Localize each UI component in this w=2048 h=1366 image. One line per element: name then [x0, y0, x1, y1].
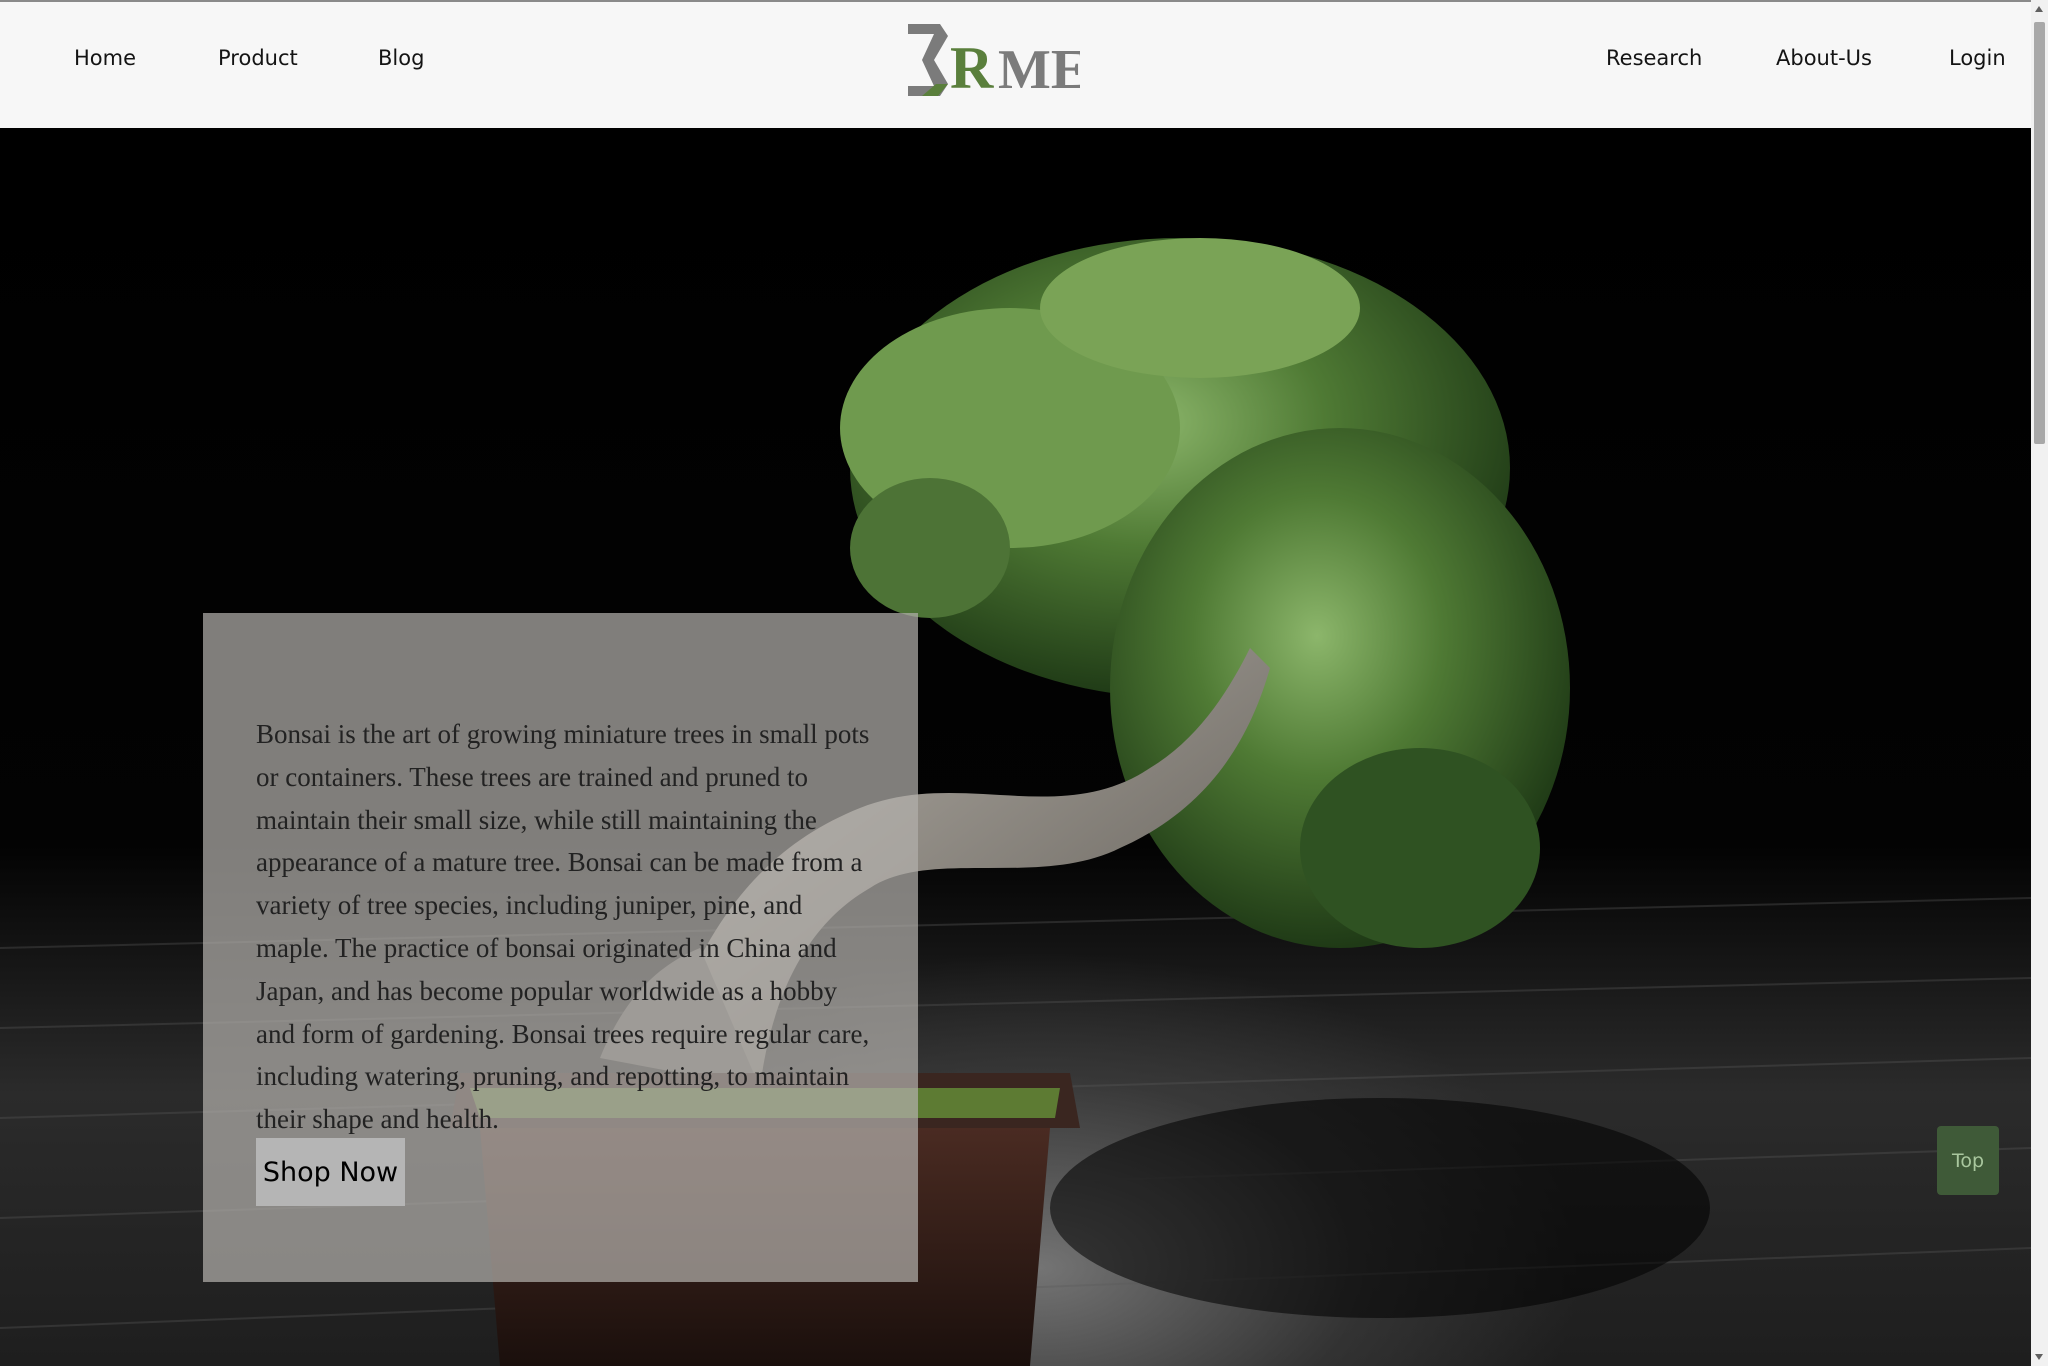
hero-description: Bonsai is the art of growing miniature t… [256, 719, 870, 1135]
nav-product-link[interactable]: Product [218, 46, 298, 70]
back-to-top-button[interactable]: Top [1937, 1126, 1999, 1195]
vertical-scrollbar[interactable] [2031, 0, 2048, 1366]
hero-info-panel: Bonsai is the art of growing miniature t… [203, 613, 918, 1282]
nav-login-link[interactable]: Login [1949, 46, 2006, 70]
brand-logo[interactable]: R ME [900, 22, 1080, 104]
logo-letter: R [950, 35, 994, 101]
nav-blog-link[interactable]: Blog [378, 46, 424, 70]
sigma-icon [908, 24, 948, 96]
nav-about-us-link[interactable]: About-Us [1776, 46, 1872, 70]
logo-text: ME [998, 39, 1080, 101]
scroll-up-icon[interactable] [2035, 6, 2043, 12]
top-navbar: Home Product Blog R ME Research About-Us… [0, 0, 2031, 128]
nav-home-link[interactable]: Home [74, 46, 136, 70]
scrollbar-thumb[interactable] [2034, 22, 2045, 444]
shop-now-button[interactable]: Shop Now [256, 1138, 405, 1206]
scroll-down-icon[interactable] [2035, 1354, 2043, 1360]
nav-research-link[interactable]: Research [1606, 46, 1702, 70]
hero-section: Bonsai is the art of growing miniature t… [0, 128, 2031, 1366]
